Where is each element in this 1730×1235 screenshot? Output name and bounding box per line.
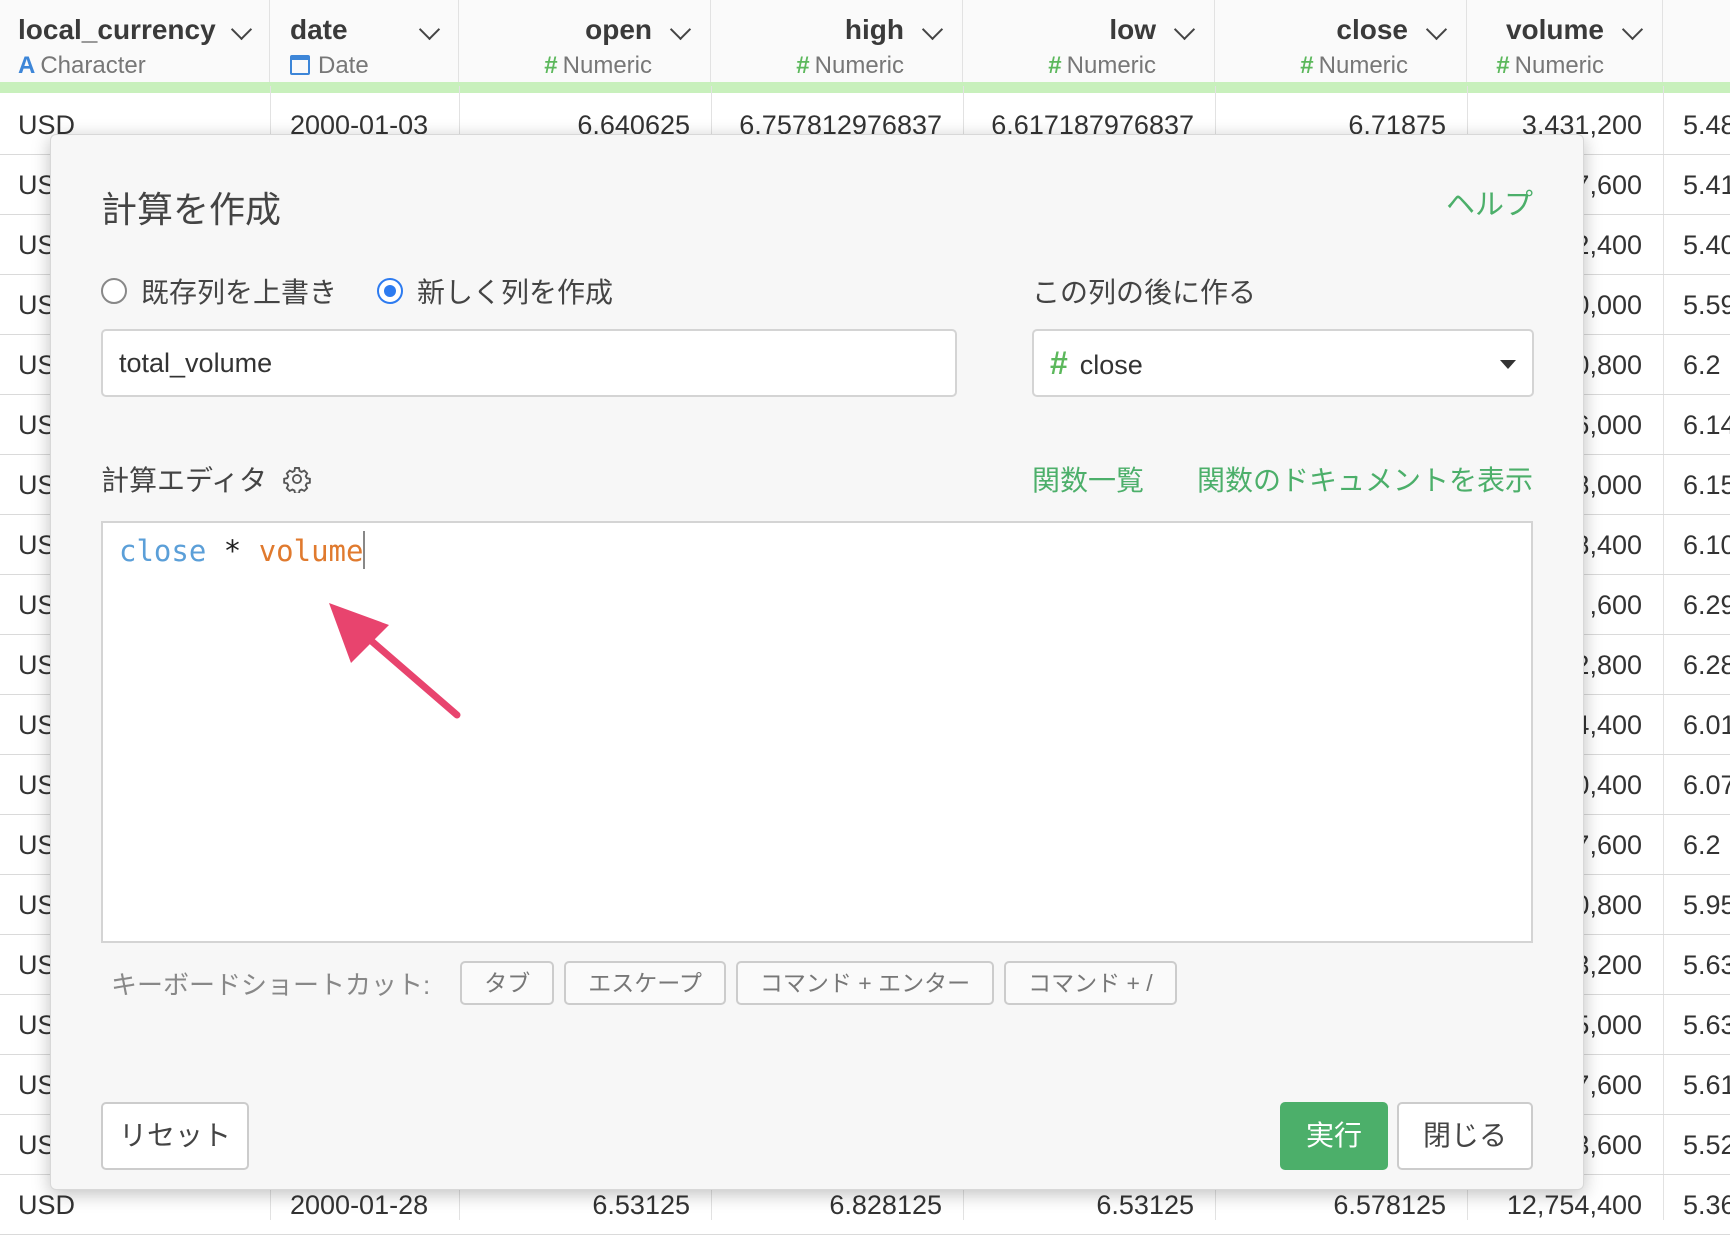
chevron-down-icon[interactable]	[669, 18, 692, 41]
column-type: A Character	[18, 52, 146, 79]
help-link[interactable]: ヘルプ	[1446, 181, 1533, 223]
column-name: close	[1336, 14, 1408, 45]
dialog-title: 計算を作成	[101, 189, 282, 230]
shortcut-escape: エスケープ	[564, 961, 726, 1005]
chevron-down-icon[interactable]	[1425, 18, 1448, 41]
column-type: # Numeric	[796, 52, 904, 79]
annotation-arrow-icon	[329, 603, 461, 719]
expression-token: volume	[258, 534, 364, 568]
column-name: high	[844, 14, 904, 45]
shortcut-command-enter: コマンド + エンター	[735, 961, 995, 1005]
column-name: local_currency	[18, 14, 216, 45]
column-name: low	[1109, 14, 1156, 45]
text-cursor	[363, 531, 366, 569]
column-header-date[interactable]: date Date	[270, 0, 459, 86]
numeric-type-icon: #	[1050, 345, 1068, 381]
insert-after-label: この列の後に作る	[1032, 277, 1257, 308]
column-header-local-currency[interactable]: local_currency A Character	[0, 0, 270, 86]
radio-overwrite-column[interactable]: 既存列を上書き	[101, 271, 337, 311]
column-type: # Numeric	[544, 52, 652, 79]
column-type: Date	[290, 52, 369, 80]
radio-circle-selected[interactable]	[377, 278, 404, 304]
column-type: # Numeric	[1300, 52, 1408, 79]
create-calculation-dialog: 計算を作成 ヘルプ 既存列を上書き 新しく列を作成 この列の後に作る total…	[50, 134, 1584, 1190]
radio-create-new-column[interactable]: 新しく列を作成	[377, 271, 613, 311]
calculation-editor-label: 計算エディタ	[101, 459, 311, 499]
function-list-link[interactable]: 関数一覧	[1032, 459, 1144, 499]
column-type: # Numeric	[1496, 52, 1604, 79]
reset-button[interactable]: リセット	[101, 1102, 249, 1170]
column-header-volume[interactable]: volume # Numeric	[1467, 0, 1663, 86]
caret-down-icon	[1500, 360, 1516, 369]
column-header-close[interactable]: close # Numeric	[1215, 0, 1467, 86]
new-column-name-input[interactable]: total_volume	[101, 329, 957, 397]
mode-radio-group: 既存列を上書き 新しく列を作成	[101, 271, 653, 311]
chevron-down-icon[interactable]	[1621, 18, 1644, 41]
column-name: date	[290, 14, 348, 45]
shortcut-tab: タブ	[460, 961, 555, 1005]
radio-circle[interactable]	[101, 278, 127, 304]
character-type-icon: A	[18, 52, 36, 79]
chevron-down-icon[interactable]	[1173, 18, 1196, 41]
column-name: open	[585, 14, 652, 45]
column-header-low[interactable]: low # Numeric	[963, 0, 1215, 86]
gear-icon[interactable]	[283, 465, 311, 493]
numeric-type-icon: #	[1048, 52, 1062, 79]
column-header-row: local_currency A Character date Date open…	[0, 0, 1730, 86]
chevron-down-icon[interactable]	[418, 18, 441, 41]
column-quality-bar	[0, 82, 1730, 93]
expression-operator: *	[223, 534, 242, 568]
column-header-open[interactable]: open # Numeric	[459, 0, 711, 86]
numeric-type-icon: #	[1300, 52, 1314, 79]
keyboard-shortcuts: キーボードショートカット: タブ エスケープ コマンド + エンター コマンド …	[111, 961, 1187, 1005]
function-docs-link[interactable]: 関数のドキュメントを表示	[1197, 459, 1533, 499]
column-name: volume	[1505, 14, 1604, 45]
chevron-down-icon[interactable]	[230, 18, 253, 41]
numeric-type-icon: #	[1496, 52, 1510, 79]
chevron-down-icon[interactable]	[921, 18, 944, 41]
run-button[interactable]: 実行	[1280, 1102, 1388, 1170]
column-type: # Numeric	[1048, 52, 1156, 79]
numeric-type-icon: #	[544, 52, 558, 79]
close-button[interactable]: 閉じる	[1397, 1102, 1533, 1170]
numeric-type-icon: #	[796, 52, 810, 79]
column-header-high[interactable]: high # Numeric	[711, 0, 963, 86]
insert-after-column-select[interactable]: # close	[1032, 329, 1534, 397]
shortcut-command-slash: コマンド + /	[1004, 961, 1177, 1005]
calendar-icon	[290, 55, 310, 75]
expression-token: close	[119, 534, 207, 568]
